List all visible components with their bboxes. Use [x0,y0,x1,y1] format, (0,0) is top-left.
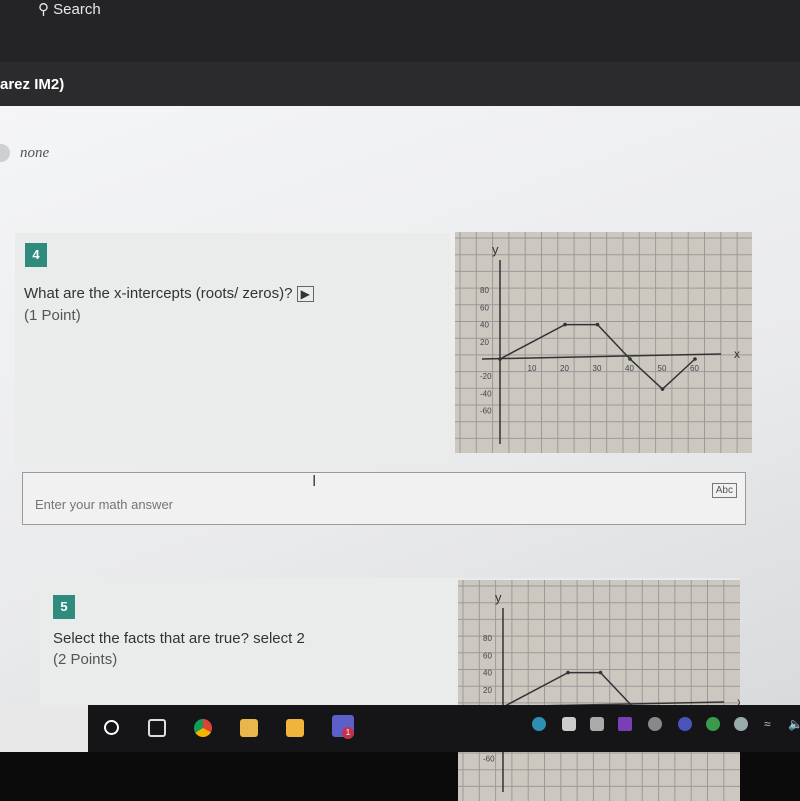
question-4-text: What are the x-intercepts (roots/ zeros)… [24,283,314,326]
option-label: none [20,145,50,161]
teams-tray-icon[interactable] [678,717,692,731]
form-title: arez IM2) [0,76,65,93]
onenote-icon[interactable] [618,717,632,731]
x-axis-label: x [734,347,740,361]
y-tick-label: 40 [480,321,489,330]
question-points: (1 Point) [24,307,81,324]
onedrive-icon[interactable] [648,717,662,731]
outlook-icon[interactable] [590,717,604,731]
graph-point [595,322,600,327]
graph-point [598,670,603,675]
y-tick-label: -20 [480,372,492,381]
y-tick-label: -40 [480,389,492,398]
top-bar: ⚲ Search [0,0,800,62]
y-tick-label: 40 [483,669,492,678]
x-tick-label: 20 [560,364,569,373]
y-tick-label: -60 [480,407,492,416]
defender-icon[interactable] [706,717,720,731]
taskbar: 1 ≈ 🔈 [0,705,800,752]
immersive-reader-icon[interactable]: ▶ [296,286,314,302]
abc-mode-button[interactable]: Abc [711,483,737,498]
math-answer-field[interactable]: Abc [22,472,746,525]
x-tick-label: 50 [658,364,667,373]
task-view-icon[interactable] [148,719,166,737]
question-number: 4 [25,243,47,267]
x-tick-label: 60 [690,364,699,373]
volume-icon[interactable]: 🔈 [788,717,800,731]
teams-badge: 1 [342,727,354,739]
question-5-graph-image: xy10203040506080604020-20-40-60 [458,580,740,801]
search-box[interactable]: ⚲ Search [38,0,101,18]
form-header: arez IM2) [0,62,800,106]
question-4-graph-image: x y 10 20 30 40 50 60 80 60 40 20 -20 -40 -60 [455,232,752,453]
y-tick-label: 80 [480,286,489,295]
graph-point [660,387,665,391]
y-tick-label: 20 [483,686,492,695]
y-tick-label: 80 [483,634,492,643]
question-4-card [15,233,450,465]
y-tick-label: 20 [480,338,489,347]
store-icon[interactable] [286,719,304,737]
graph-point [693,357,697,361]
y-tick-label: -60 [483,755,495,764]
taskbar-search[interactable] [0,705,88,752]
question-5-text: Select the facts that are true? select 2… [53,630,305,668]
question-points: (2 Points) [53,651,118,668]
text-cursor-icon: I [312,473,317,490]
x-tick-label: 10 [528,364,537,373]
y-axis-label: y [495,590,502,605]
search-icon: ⚲ [38,1,49,18]
x-tick-label: 40 [625,364,634,373]
security-icon[interactable] [734,717,748,731]
graph-point [566,670,570,675]
graph-point [628,357,632,361]
start-icon[interactable] [104,720,119,735]
x-tick-label: 30 [593,364,602,373]
wifi-icon[interactable]: ≈ [764,717,778,731]
y-axis-label: y [492,242,499,257]
chrome-icon[interactable] [194,719,212,737]
app-icon[interactable] [562,717,576,731]
math-answer-input[interactable] [35,497,535,512]
question-number: 5 [53,595,75,619]
file-explorer-icon[interactable] [240,719,258,737]
edge-icon[interactable] [532,717,546,731]
graph-point [498,357,502,361]
y-tick-label: 60 [483,651,492,660]
y-tick-label: 60 [480,303,489,312]
graph-point [563,322,567,327]
